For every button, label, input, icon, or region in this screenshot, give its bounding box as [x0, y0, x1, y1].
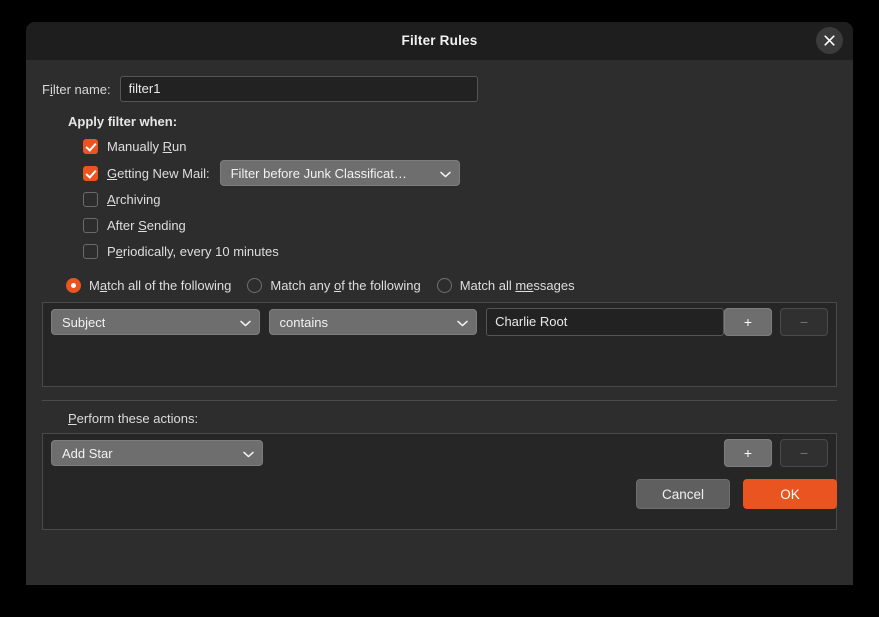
action-add-button[interactable]: +	[724, 439, 772, 467]
checkbox-row-manually-run[interactable]: Manually Run	[83, 136, 853, 156]
radio-item-match-all-messages[interactable]: Match all messages	[437, 278, 575, 293]
criteria-row-buttons: + −	[724, 308, 828, 336]
action-row: Add Star + −	[51, 439, 828, 467]
criteria-field-value: Subject	[62, 315, 105, 330]
radio-match-all-messages[interactable]	[437, 278, 452, 293]
checkbox-after-sending[interactable]	[83, 218, 98, 233]
cancel-button[interactable]: Cancel	[636, 479, 730, 509]
criteria-value-input[interactable]	[486, 308, 724, 336]
criteria-operator-value: contains	[280, 315, 328, 330]
filter-name-input[interactable]	[120, 76, 478, 102]
chevron-down-icon	[243, 446, 254, 461]
chevron-down-icon	[240, 315, 251, 330]
dialog-title: Filter Rules	[26, 33, 853, 48]
apply-filter-when-heading: Apply filter when:	[68, 114, 853, 129]
action-row-buttons: + −	[724, 439, 828, 467]
action-type-combobox[interactable]: Add Star	[51, 440, 263, 466]
junk-classification-combobox[interactable]: Filter before Junk Classificat…	[220, 160, 460, 186]
checkbox-label-after-sending: After Sending	[107, 218, 186, 233]
criteria-add-button[interactable]: +	[724, 308, 772, 336]
radio-label-match-all-messages: Match all messages	[460, 278, 575, 293]
checkbox-row-getting-new-mail[interactable]: Getting New Mail: Filter before Junk Cla…	[83, 163, 853, 183]
checkbox-archiving[interactable]	[83, 192, 98, 207]
action-remove-button: −	[780, 439, 828, 467]
radio-item-match-any-following[interactable]: Match any of the following	[247, 278, 420, 293]
close-button[interactable]	[816, 27, 843, 54]
radio-label-match-all-following: Match all of the following	[89, 278, 231, 293]
checkbox-row-periodically[interactable]: Periodically, every 10 minutes	[83, 241, 853, 261]
checkbox-manually-run[interactable]	[83, 139, 98, 154]
checkbox-getting-new-mail[interactable]	[83, 166, 98, 181]
criteria-field-combobox[interactable]: Subject	[51, 309, 260, 335]
ok-button[interactable]: OK	[743, 479, 837, 509]
dialog-titlebar: Filter Rules	[26, 22, 853, 60]
close-icon	[824, 35, 835, 46]
criteria-panel: Subject contains + −	[42, 302, 837, 387]
checkbox-label-archiving: Archiving	[107, 192, 160, 207]
checkbox-label-getting-new-mail: Getting New Mail:	[107, 166, 210, 181]
criteria-operator-combobox[interactable]: contains	[269, 309, 478, 335]
checkbox-label-periodically: Periodically, every 10 minutes	[107, 244, 279, 259]
section-divider	[42, 400, 837, 401]
action-type-value: Add Star	[62, 446, 113, 461]
checkbox-periodically[interactable]	[83, 244, 98, 259]
checkbox-row-after-sending[interactable]: After Sending	[83, 215, 853, 235]
match-mode-radio-group: Match all of the following Match any of …	[66, 275, 853, 295]
criteria-remove-button: −	[780, 308, 828, 336]
dialog-body: Filter name: Apply filter when: Manually…	[26, 76, 853, 530]
filter-rules-dialog: Filter Rules Filter name: Apply filter w…	[26, 22, 853, 585]
chevron-down-icon	[440, 166, 451, 181]
radio-item-match-all-following[interactable]: Match all of the following	[66, 278, 231, 293]
criteria-row: Subject contains + −	[51, 308, 828, 336]
radio-label-match-any-following: Match any of the following	[270, 278, 420, 293]
junk-classification-value: Filter before Junk Classificat…	[231, 166, 407, 181]
checkbox-row-archiving[interactable]: Archiving	[83, 189, 853, 209]
checkbox-label-manually-run: Manually Run	[107, 139, 187, 154]
radio-match-any-following[interactable]	[247, 278, 262, 293]
chevron-down-icon	[457, 315, 468, 330]
filter-name-label: Filter name:	[42, 82, 111, 97]
filter-name-row: Filter name:	[42, 76, 853, 102]
perform-actions-label: Perform these actions:	[68, 411, 853, 426]
radio-match-all-following[interactable]	[66, 278, 81, 293]
dialog-footer: Cancel OK	[636, 479, 837, 509]
